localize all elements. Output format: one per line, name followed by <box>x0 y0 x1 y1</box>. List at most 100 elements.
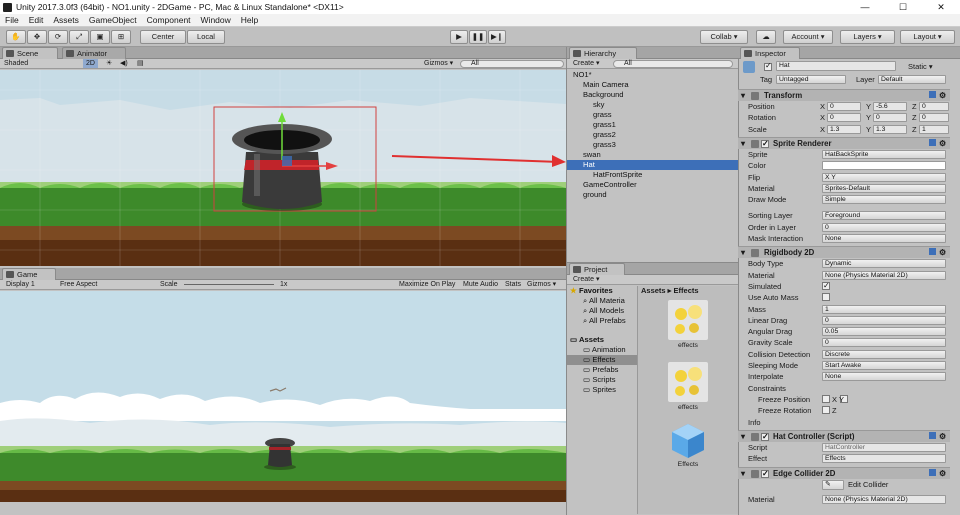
property-field[interactable]: 0 <box>822 338 946 348</box>
hierarchy-item[interactable]: Hat <box>567 160 739 170</box>
property-field[interactable]: 1 <box>822 304 946 314</box>
edit-collider-icon[interactable]: ✎ <box>822 480 844 491</box>
project-create-dropdown[interactable]: Create ▾ <box>573 275 599 284</box>
property-checkbox[interactable] <box>822 293 830 302</box>
scale-slider[interactable] <box>184 284 274 285</box>
settings-gear-icon[interactable]: ⚙ <box>939 468 946 479</box>
hierarchy-item[interactable]: NO1* <box>567 70 739 80</box>
game-view[interactable] <box>0 291 566 502</box>
hierarchy-item[interactable]: ground <box>567 190 739 200</box>
effects-icon[interactable]: ▤ <box>137 59 144 68</box>
hierarchy-item[interactable]: grass2 <box>567 130 739 140</box>
pivot-center-button[interactable]: Center <box>140 30 186 44</box>
hierarchy-item[interactable]: grass <box>567 110 739 120</box>
property-field[interactable]: None <box>822 234 946 243</box>
tab-animator[interactable]: Animator <box>62 47 126 59</box>
effects-thumbnail[interactable] <box>668 362 708 402</box>
hierarchy-item[interactable]: grass3 <box>567 140 739 150</box>
property-field[interactable]: 0.05 <box>822 327 946 337</box>
y-field[interactable]: 1.3 <box>873 124 907 134</box>
hierarchy-item[interactable]: GameController <box>567 180 739 190</box>
material-field[interactable]: None (Physics Material 2D) <box>822 494 946 504</box>
foldout-arrow-icon[interactable]: ▾ <box>741 138 745 149</box>
foldout-arrow-icon[interactable]: ▾ <box>741 431 745 442</box>
effects-cube-icon[interactable] <box>668 420 708 460</box>
hierarchy-item[interactable]: HatFrontSprite <box>567 170 739 180</box>
z-field[interactable]: 0 <box>919 102 949 111</box>
scene-gizmos-dropdown[interactable]: Gizmos ▾ <box>424 59 453 68</box>
help-icon[interactable] <box>929 138 936 146</box>
play-button[interactable]: ▶ <box>450 30 468 44</box>
settings-gear-icon[interactable]: ⚙ <box>939 90 946 101</box>
settings-gear-icon[interactable]: ⚙ <box>939 247 946 258</box>
scale-tool-icon[interactable]: ⤢ <box>69 30 89 44</box>
layers-dropdown[interactable]: Layers ▾ <box>840 30 895 44</box>
tag-dropdown[interactable]: Untagged <box>776 75 846 84</box>
maximize-on-play-toggle[interactable]: Maximize On Play <box>399 280 455 289</box>
static-dropdown[interactable]: Static ▾ <box>908 62 933 71</box>
hierarchy-item[interactable]: swan <box>567 150 739 160</box>
tab-project[interactable]: Project <box>569 263 625 275</box>
favorites-header[interactable]: ★ Favorites <box>567 286 637 296</box>
rigidbody-2d-component[interactable]: ▾ Rigidbody 2D ⚙ <box>738 246 950 259</box>
hierarchy-item[interactable]: grass1 <box>567 120 739 130</box>
property-field[interactable]: X Y <box>822 172 946 182</box>
property-field[interactable]: Simple <box>822 195 946 205</box>
mode-2d-toggle[interactable]: 2D <box>83 59 98 68</box>
tab-scene[interactable]: Scene <box>2 47 58 59</box>
edit-collider-button[interactable]: Edit Collider <box>848 479 888 490</box>
y-field[interactable]: 0 <box>873 113 907 123</box>
layout-dropdown[interactable]: Layout ▾ <box>900 30 955 44</box>
game-gizmos-dropdown[interactable]: Gizmos ▾ <box>527 280 556 289</box>
folder-effects[interactable]: ▭ Effects <box>567 355 637 365</box>
help-icon[interactable] <box>929 248 936 256</box>
scene-search-input[interactable]: All <box>460 60 564 68</box>
property-field[interactable]: None (Physics Material 2D) <box>822 270 946 280</box>
menu-component[interactable]: Component <box>142 15 196 25</box>
settings-gear-icon[interactable]: ⚙ <box>939 138 946 149</box>
menu-assets[interactable]: Assets <box>48 15 84 25</box>
property-field[interactable]: Discrete <box>822 349 946 359</box>
property-field[interactable]: HatBackSprite <box>822 149 946 159</box>
folder-prefabs[interactable]: ▭ Prefabs <box>567 365 637 375</box>
collab-button[interactable]: Collab ▾ <box>700 30 748 44</box>
property-field[interactable]: Sprites-Default <box>822 183 946 193</box>
scene-view[interactable] <box>0 70 566 266</box>
aspect-dropdown[interactable]: Free Aspect <box>60 280 97 289</box>
minimize-button[interactable]: — <box>846 0 884 14</box>
property-field[interactable]: 0 <box>822 222 946 232</box>
x-field[interactable]: 0 <box>827 113 861 123</box>
step-button[interactable]: ▶❙ <box>488 30 506 44</box>
move-tool-icon[interactable]: ✥ <box>27 30 47 44</box>
stats-toggle[interactable]: Stats <box>505 280 521 289</box>
shading-mode-dropdown[interactable]: Shaded <box>4 59 28 68</box>
maximize-button[interactable]: ☐ <box>884 0 922 14</box>
pause-button[interactable]: ❚❚ <box>469 30 487 44</box>
property-field[interactable]: None <box>822 372 946 382</box>
x-field[interactable]: 1.3 <box>827 124 861 134</box>
component-enabled-checkbox[interactable] <box>761 138 769 149</box>
tab-hierarchy[interactable]: Hierarchy <box>569 47 637 59</box>
component-enabled-checkbox[interactable] <box>761 431 769 442</box>
hierarchy-item[interactable]: Background <box>567 90 739 100</box>
layer-dropdown[interactable]: Default <box>878 75 946 84</box>
settings-gear-icon[interactable]: ⚙ <box>939 431 946 442</box>
help-icon[interactable] <box>929 431 936 439</box>
property-field[interactable]: Dynamic <box>822 259 946 269</box>
z-field[interactable]: 0 <box>919 113 949 123</box>
pivot-local-button[interactable]: Local <box>187 30 225 44</box>
component-enabled-checkbox[interactable] <box>761 468 769 479</box>
tab-game[interactable]: Game <box>2 268 56 280</box>
close-button[interactable]: ✕ <box>922 0 960 14</box>
favorite-item[interactable]: ⌕ All Prefabs <box>567 316 637 326</box>
y-field[interactable]: -5.6 <box>873 102 907 111</box>
edge-collider-2d-component[interactable]: ▾ Edge Collider 2D ⚙ <box>738 467 950 480</box>
favorite-item[interactable]: ⌕ All Materia <box>567 296 637 306</box>
account-dropdown[interactable]: Account ▾ <box>783 30 833 44</box>
help-icon[interactable] <box>929 469 936 477</box>
z-field[interactable]: 1 <box>919 124 949 134</box>
audio-icon[interactable]: ◀) <box>120 59 128 68</box>
tab-inspector[interactable]: Inspector <box>740 47 800 59</box>
property-field[interactable]: 0 <box>822 315 946 325</box>
folder-sprites[interactable]: ▭ Sprites <box>567 385 637 395</box>
